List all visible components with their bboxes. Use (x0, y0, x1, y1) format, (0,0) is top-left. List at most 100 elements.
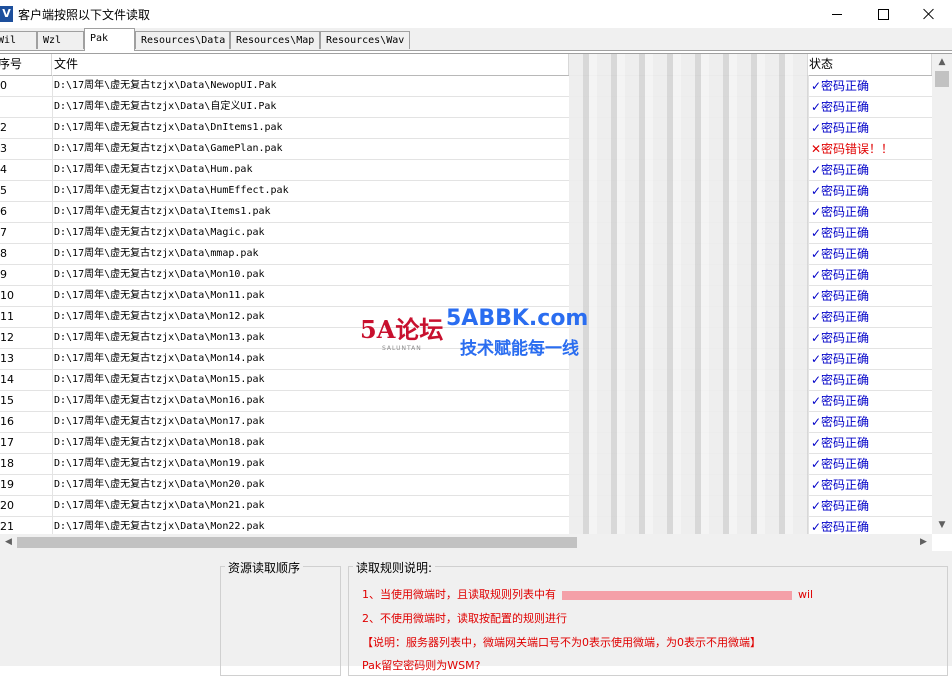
status-ok: ✓密码正确 (811, 310, 870, 324)
row-file-path: D:\17周年\虚无复古tzjx\Data\Mon14.pak (54, 353, 265, 364)
row-file-path: D:\17周年\虚无复古tzjx\Data\HumEffect.pak (54, 185, 289, 196)
row-file-path: D:\17周年\虚无复古tzjx\Data\Mon20.pak (54, 479, 265, 490)
maximize-button[interactable] (860, 0, 906, 28)
status-ok: ✓密码正确 (811, 331, 870, 345)
status-ok: ✓密码正确 (811, 205, 870, 219)
status-ok: ✓密码正确 (811, 289, 870, 303)
rule-1-tail: wil (798, 588, 814, 601)
maximize-icon (877, 8, 889, 20)
redacted-column (569, 54, 808, 551)
tab-resources-wav[interactable]: Resources\Wav (320, 31, 410, 49)
tab-wzl[interactable]: Wzl (37, 31, 84, 49)
tab-pak[interactable]: Pak (84, 28, 135, 51)
row-file-path: D:\17周年\虚无复古tzjx\Data\Mon13.pak (54, 332, 265, 343)
row-index: 13 (0, 352, 14, 365)
row-file-path: D:\17周年\虚无复古tzjx\Data\Mon19.pak (54, 458, 265, 469)
minimize-button[interactable] (814, 0, 860, 28)
row-file-path: D:\17周年\虚无复古tzjx\Data\Hum.pak (54, 164, 253, 175)
bottom-panel: 资源读取顺序 读取规则说明: 1、当使用微端时，且读取规则列表中有 wil 2、不… (0, 551, 952, 676)
title-bar: V 客户端按照以下文件读取 (0, 0, 952, 28)
row-index: 10 (0, 289, 14, 302)
status-ok: ✓密码正确 (811, 79, 870, 93)
row-file-path: D:\17周年\虚无复古tzjx\Data\Magic.pak (54, 227, 265, 238)
vertical-scrollbar[interactable]: ▲ ▼ (932, 54, 952, 534)
row-file-path: D:\17周年\虚无复古tzjx\Data\Items1.pak (54, 206, 271, 217)
status-ok: ✓密码正确 (811, 415, 870, 429)
rule-1: 1、当使用微端时，且读取规则列表中有 wil (362, 586, 813, 602)
status-ok: ✓密码正确 (811, 373, 870, 387)
rules-title: 读取规则说明: (353, 559, 436, 576)
row-index: 6 (0, 205, 7, 218)
status-ok: ✓密码正确 (811, 247, 870, 261)
row-index: 8 (0, 247, 7, 260)
row-index (0, 97, 52, 117)
minimize-icon (832, 13, 842, 15)
status-ok: ✓密码正确 (811, 268, 870, 282)
row-index: 16 (0, 415, 14, 428)
window-title: 客户端按照以下文件读取 (18, 8, 151, 22)
row-file-path: D:\17周年\虚无复古tzjx\Data\Mon21.pak (54, 500, 265, 511)
status-ok: ✓密码正确 (811, 121, 870, 135)
row-file-path: D:\17周年\虚无复古tzjx\Data\自定义UI.Pak (54, 101, 277, 112)
file-grid[interactable]: 序号 文件 状态 0 D:\17周年\虚无复古tzjx\Data\NewopUI.… (0, 53, 952, 552)
header-status[interactable]: 状态 (808, 54, 932, 75)
scroll-down-icon[interactable]: ▼ (932, 517, 952, 534)
rule-2: 2、不使用微端时，读取按配置的规则进行 (362, 612, 567, 625)
row-index: 3 (0, 142, 7, 155)
row-index: 4 (0, 163, 7, 176)
row-index: 5 (0, 184, 7, 197)
close-icon (923, 8, 935, 20)
tab-resources-map[interactable]: Resources\Map (230, 31, 320, 49)
row-index: 12 (0, 331, 14, 344)
row-file-path: D:\17周年\虚无复古tzjx\Data\GamePlan.pak (54, 143, 283, 154)
row-file-path: D:\17周年\虚无复古tzjx\Data\Mon15.pak (54, 374, 265, 385)
row-file-path: D:\17周年\虚无复古tzjx\Data\Mon18.pak (54, 437, 265, 448)
status-ok: ✓密码正确 (811, 499, 870, 513)
horizontal-scrollbar[interactable]: ◀ ▶ (0, 534, 932, 551)
close-button[interactable] (906, 0, 952, 28)
resource-order-group: 资源读取顺序 (220, 559, 341, 676)
scroll-left-icon[interactable]: ◀ (0, 534, 17, 551)
row-index: 9 (0, 268, 7, 281)
rule-cut-line: Pak留空密码则为WSM? (362, 659, 481, 672)
row-file-path: D:\17周年\虚无复古tzjx\Data\Mon10.pak (54, 269, 265, 280)
tab-resources-data[interactable]: Resources\Data (135, 31, 230, 49)
row-index: 15 (0, 394, 14, 407)
header-file[interactable]: 文件 (52, 54, 569, 75)
row-index: 20 (0, 499, 14, 512)
status-ok: ✓密码正确 (811, 184, 870, 198)
status-ok: ✓密码正确 (811, 436, 870, 450)
vertical-scroll-thumb[interactable] (935, 71, 949, 87)
status-ok: ✓密码正确 (811, 394, 870, 408)
row-index: 14 (0, 373, 14, 386)
row-index: 17 (0, 436, 14, 449)
status-ok: ✓密码正确 (811, 457, 870, 471)
scroll-right-icon[interactable]: ▶ (915, 534, 932, 551)
row-index: 18 (0, 457, 14, 470)
status-error: ✕密码错误！！ (811, 142, 894, 156)
row-index: 11 (0, 310, 14, 323)
row-index: 19 (0, 478, 14, 491)
rule-note: 【说明：服务器列表中，微端网关端口号不为0表示使用微端，为0表示不用微端】 (362, 636, 761, 649)
redacted-text (562, 590, 792, 600)
status-ok: ✓密码正确 (811, 478, 870, 492)
status-ok: ✓密码正确 (811, 100, 870, 114)
app-icon: V (0, 6, 13, 22)
row-index: 2 (0, 121, 7, 134)
row-file-path: D:\17周年\虚无复古tzjx\Data\NewopUI.Pak (54, 80, 277, 91)
row-file-path: D:\17周年\虚无复古tzjx\Data\Mon11.pak (54, 290, 265, 301)
horizontal-scroll-thumb[interactable] (17, 537, 577, 548)
tab-bar: Wil Wzl Pak Resources\Data Resources\Map… (0, 28, 952, 51)
status-ok: ✓密码正确 (811, 226, 870, 240)
row-file-path: D:\17周年\虚无复古tzjx\Data\Mon16.pak (54, 395, 265, 406)
status-ok: ✓密码正确 (811, 352, 870, 366)
rule-1-text: 1、当使用微端时，且读取规则列表中有 (362, 588, 556, 601)
status-ok: ✓密码正确 (811, 163, 870, 177)
row-file-path: D:\17周年\虚无复古tzjx\Data\mmap.pak (54, 248, 259, 259)
row-index: 0 (0, 79, 7, 92)
tab-wil[interactable]: Wil (0, 31, 37, 49)
header-index[interactable]: 序号 (0, 54, 52, 75)
scroll-up-icon[interactable]: ▲ (932, 54, 952, 71)
resource-order-title: 资源读取顺序 (225, 559, 304, 576)
row-file-path: D:\17周年\虚无复古tzjx\Data\DnItems1.pak (54, 122, 283, 133)
